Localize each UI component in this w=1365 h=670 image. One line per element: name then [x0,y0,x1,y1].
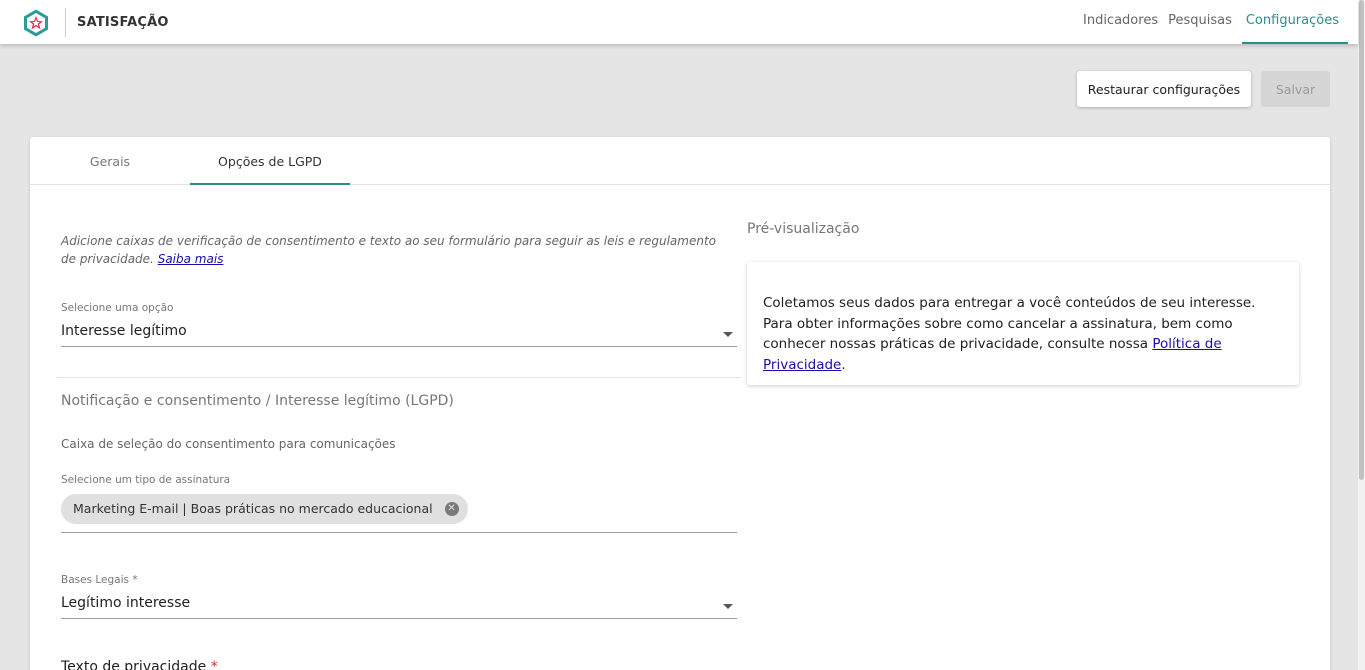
subscription-chip-label: Marketing E-mail | Boas práticas no merc… [73,501,433,516]
star-hexagon-icon[interactable] [21,8,51,38]
legal-bases-label: Bases Legais * [61,574,138,586]
lgpd-section-title: Notificação e consentimento / Interesse … [61,393,454,409]
legal-bases-select[interactable]: Legítimo interesse [61,595,737,619]
scrollbar-thumb[interactable] [1359,0,1364,480]
nav-pesquisas[interactable]: Pesquisas [1168,0,1232,44]
page-scrollbar[interactable] [1358,0,1365,670]
preview-box: Coletamos seus dados para entregar a voc… [747,262,1299,385]
option-select-label: Selecione uma opção [61,302,174,314]
dropdown-arrow-icon [723,604,733,609]
legal-bases-label-text: Bases Legais [61,574,129,586]
learn-more-link[interactable]: Saiba mais [158,252,224,266]
restore-settings-button[interactable]: Restaurar configurações [1077,71,1251,107]
preview-title: Pré-visualização [747,221,860,237]
section-divider [57,377,741,378]
intro-text: Adicione caixas de verificação de consen… [61,232,731,268]
preview-suffix: . [841,356,846,373]
subscription-type-field[interactable]: Marketing E-mail | Boas práticas no merc… [61,494,737,533]
option-select[interactable]: Interesse legítimo [61,323,737,347]
tab-lgpd-options[interactable]: Opções de LGPD [190,137,350,185]
logo-divider [65,8,66,37]
privacy-text-label: Texto de privacidade * [61,659,218,670]
option-select-value: Interesse legítimo [61,323,187,339]
save-button[interactable]: Salvar [1261,71,1330,107]
privacy-required-mark: * [210,659,218,670]
settings-card: Gerais Opções de LGPD Adicione caixas de… [30,137,1330,670]
nav-indicadores[interactable]: Indicadores [1083,0,1158,44]
chip-remove-icon[interactable]: ✕ [444,502,459,516]
consent-checkbox-label: Caixa de seleção do consentimento para c… [61,437,396,451]
top-app-bar: SATISFAÇÃO Indicadores Pesquisas Configu… [0,0,1358,44]
tab-general[interactable]: Gerais [30,137,190,185]
subscription-type-label: Selecione um tipo de assinatura [61,474,231,486]
preview-text: Coletamos seus dados para entregar a voc… [763,293,1288,375]
app-title: SATISFAÇÃO [77,15,169,30]
privacy-text-label-text: Texto de privacidade [61,659,207,670]
nav-configuracoes[interactable]: Configurações [1241,0,1348,44]
main-nav: Indicadores Pesquisas Configurações [1083,0,1358,44]
legal-bases-required-mark: * [132,574,138,586]
subscription-chip: Marketing E-mail | Boas práticas no merc… [61,494,468,524]
legal-bases-value: Legítimo interesse [61,595,191,611]
tab-bar: Gerais Opções de LGPD [30,137,1330,185]
dropdown-arrow-icon [723,332,733,337]
